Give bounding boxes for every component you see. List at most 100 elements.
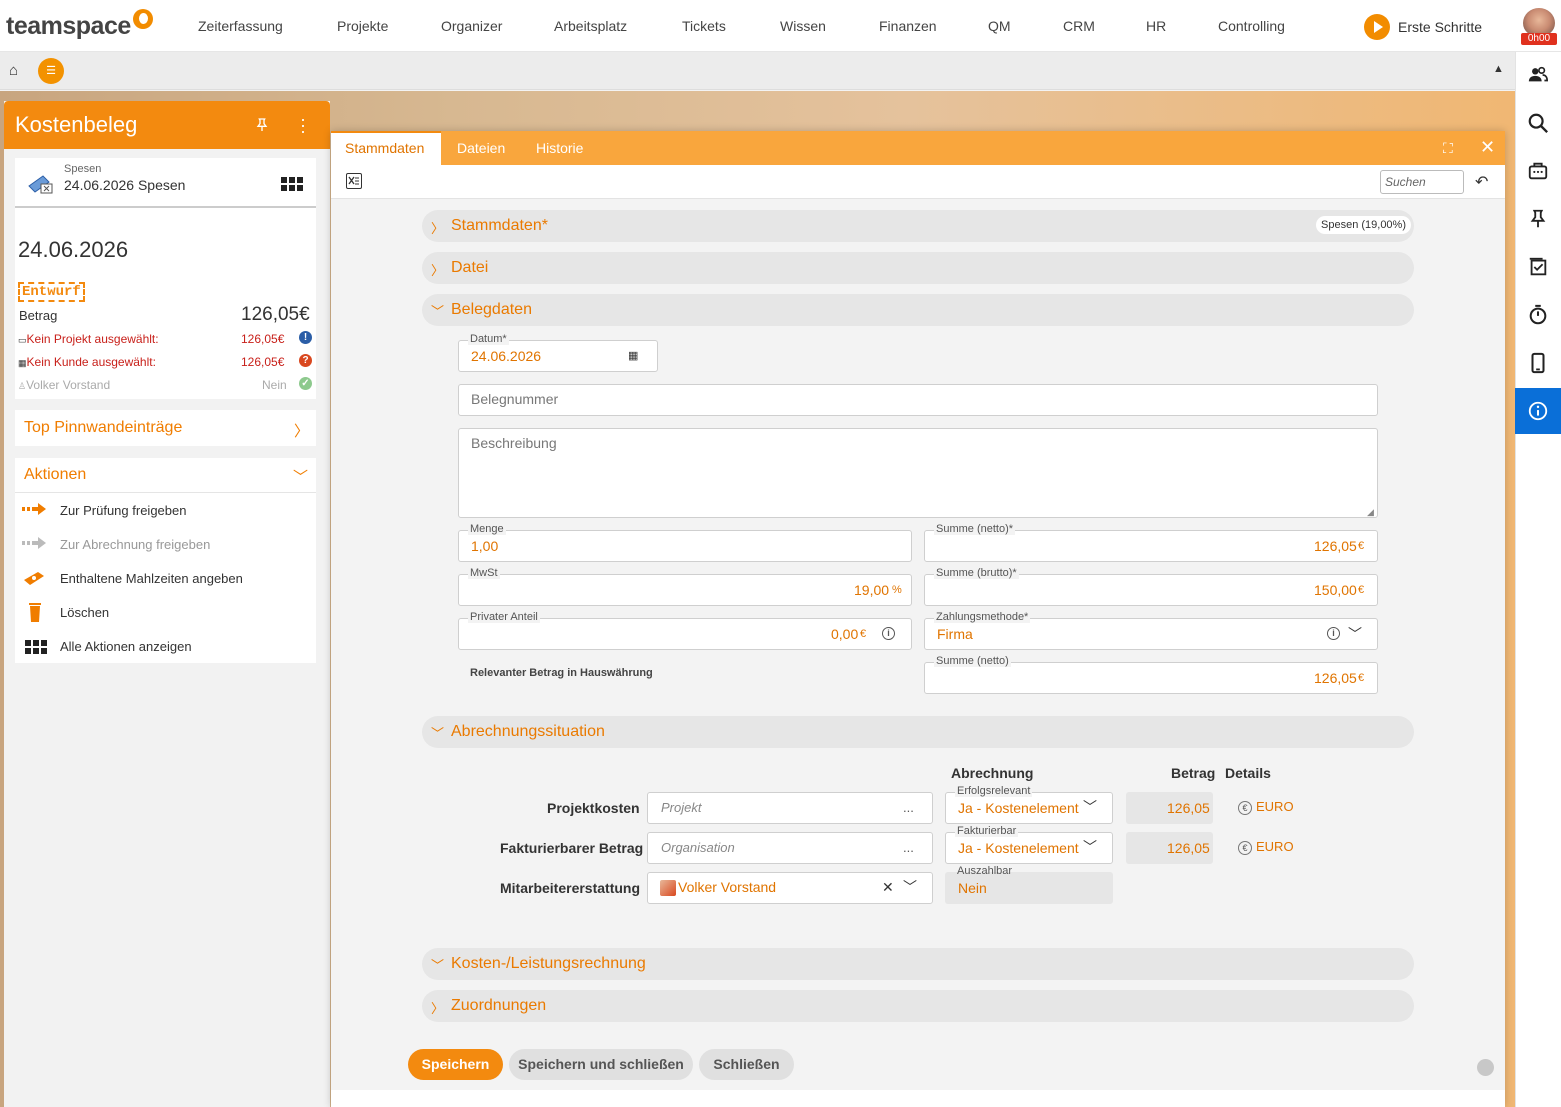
summe-brutto-value: 150,00 <box>1314 582 1357 598</box>
ellipsis-icon[interactable]: ... <box>903 840 914 855</box>
employee-value: Nein <box>262 378 287 392</box>
tab-stammdaten[interactable]: Stammdaten <box>345 140 424 156</box>
no-customer-label: Kein Kunde ausgewählt: <box>26 355 156 369</box>
section-zuordnungen[interactable] <box>422 990 1414 1022</box>
section-belegdaten[interactable] <box>422 294 1414 326</box>
beschreibung-placeholder: Beschreibung <box>471 435 557 451</box>
no-customer-row[interactable]: ▦Kein Kunde ausgewählt: <box>18 355 156 369</box>
arrow-right-icon <box>22 502 50 518</box>
erste-schritte-button[interactable]: Erste Schritte <box>1364 14 1482 40</box>
home-icon[interactable]: ⌂ <box>9 62 18 79</box>
datum-value: 24.06.2026 <box>471 348 542 364</box>
details-currency[interactable]: EURO <box>1256 799 1294 814</box>
tasks-icon[interactable] <box>1515 244 1561 290</box>
belegnummer-placeholder: Belegnummer <box>471 391 559 407</box>
nav-wissen[interactable]: Wissen <box>780 18 826 34</box>
mobile-icon[interactable] <box>1515 340 1561 386</box>
info-icon[interactable]: i <box>1327 627 1340 640</box>
employee-label: Volker Vorstand <box>26 378 111 392</box>
tab-dateien[interactable]: Dateien <box>457 140 505 156</box>
search-icon[interactable] <box>1515 100 1561 146</box>
summe-netto-haus-label: Summe (netto) <box>934 655 1011 667</box>
datum-label: Datum* <box>468 333 509 345</box>
clear-icon[interactable]: ✕ <box>882 879 894 896</box>
summe-brutto-label: Summe (brutto)* <box>934 567 1019 579</box>
action-mahlzeiten[interactable]: Enthaltene Mahlzeiten angeben <box>60 571 243 586</box>
nav-arbeitsplatz[interactable]: Arbeitsplatz <box>554 18 627 34</box>
chevron-down-icon[interactable]: ﹀ <box>903 877 917 897</box>
question-icon: ? <box>299 354 312 367</box>
mwst-field[interactable] <box>458 574 912 606</box>
fakturierbar-select-label: Fakturierbar <box>955 825 1019 837</box>
ellipsis-icon[interactable]: ... <box>903 800 914 815</box>
mwst-unit: % <box>892 584 902 596</box>
tab-historie[interactable]: Historie <box>536 140 583 156</box>
expand-icon[interactable]: ⛶ <box>1443 140 1453 157</box>
details-currency[interactable]: EURO <box>1256 839 1294 854</box>
person-avatar-icon <box>660 880 676 896</box>
action-abrechnung[interactable]: Zur Abrechnung freigeben <box>60 537 210 552</box>
no-project-row[interactable]: ▭Kein Projekt ausgewählt: <box>18 332 159 346</box>
nav-tickets[interactable]: Tickets <box>682 18 726 34</box>
nav-zeiterfassung[interactable]: Zeiterfassung <box>198 18 283 34</box>
save-button[interactable]: Speichern <box>408 1049 503 1080</box>
chevron-down-icon[interactable]: ﹀ <box>1348 624 1362 644</box>
chevron-right-icon: 〉 <box>431 221 445 236</box>
chevron-down-icon[interactable]: ﹀ <box>1083 837 1097 857</box>
undo-icon[interactable]: ↶ <box>1475 172 1488 192</box>
save-and-close-button[interactable]: Speichern und schließen <box>509 1049 693 1080</box>
building-icon: ▦ <box>18 358 27 368</box>
nav-projekte[interactable]: Projekte <box>337 18 388 34</box>
nav-controlling[interactable]: Controlling <box>1218 18 1285 34</box>
teamspace-logo[interactable]: teamspace <box>6 9 153 41</box>
nav-organizer[interactable]: Organizer <box>441 18 502 34</box>
summe-netto-value: 126,05 <box>1314 538 1357 554</box>
no-project-label: Kein Projekt ausgewählt: <box>26 332 159 346</box>
inbox-icon[interactable] <box>1515 148 1561 194</box>
beschreibung-field[interactable] <box>458 428 1378 518</box>
search-input[interactable]: Suchen <box>1380 170 1464 194</box>
more-options-icon[interactable]: · · · <box>300 110 310 140</box>
expense-receipt-icon <box>27 172 55 194</box>
pin-icon[interactable] <box>254 116 270 137</box>
nav-finanzen[interactable]: Finanzen <box>879 18 937 34</box>
grid-icon[interactable] <box>281 177 303 191</box>
pin-icon[interactable] <box>1515 196 1561 242</box>
menu-icon[interactable]: ☰ <box>38 58 64 84</box>
action-alle[interactable]: Alle Aktionen anzeigen <box>60 639 192 654</box>
nav-hr[interactable]: HR <box>1146 18 1166 34</box>
record-title: 24.06.2026 Spesen <box>64 177 186 193</box>
betrag-value: 126,05€ <box>241 304 310 325</box>
calendar-icon[interactable]: ▦ <box>628 349 638 362</box>
close-icon[interactable]: ✕ <box>1480 137 1495 158</box>
chevron-down-icon[interactable]: ﹀ <box>1083 797 1097 817</box>
no-customer-value: 126,05€ <box>241 355 285 369</box>
folder-icon: ▭ <box>18 335 27 345</box>
info-icon[interactable] <box>1515 388 1561 434</box>
user-icon[interactable] <box>1477 1059 1494 1076</box>
nav-qm[interactable]: QM <box>988 18 1011 34</box>
privat-value: 0,00 <box>831 626 859 642</box>
chevron-down-icon[interactable]: ﹀ <box>293 466 308 487</box>
contacts-icon[interactable] <box>1515 52 1561 98</box>
excel-export-icon[interactable] <box>346 173 362 189</box>
close-button[interactable]: Schließen <box>699 1049 794 1080</box>
action-pruefung[interactable]: Zur Prüfung freigeben <box>60 503 186 518</box>
menge-field[interactable] <box>458 530 912 562</box>
action-loeschen[interactable]: Löschen <box>60 605 109 620</box>
resize-handle-icon[interactable]: ◢ <box>1367 507 1374 518</box>
stopwatch-icon[interactable] <box>1515 292 1561 338</box>
actions-title[interactable]: Aktionen <box>24 466 86 484</box>
chevron-right-icon[interactable]: 〉 <box>294 420 309 441</box>
nav-crm[interactable]: CRM <box>1063 18 1095 34</box>
summe-netto-label: Summe (netto)* <box>934 523 1016 535</box>
section-datei[interactable] <box>422 252 1414 284</box>
section-stammdaten[interactable] <box>422 210 1414 242</box>
info-icon[interactable]: i <box>882 627 895 640</box>
betrag-value: 126,05 <box>1167 840 1210 856</box>
betrag-label: Betrag <box>19 308 58 323</box>
belegnummer-field[interactable] <box>458 384 1378 416</box>
employee-row[interactable]: ♙Volker Vorstand <box>18 378 110 392</box>
user-avatar[interactable]: 0h00 <box>1521 8 1557 46</box>
collapse-up-icon[interactable]: ▲ <box>1493 63 1504 75</box>
